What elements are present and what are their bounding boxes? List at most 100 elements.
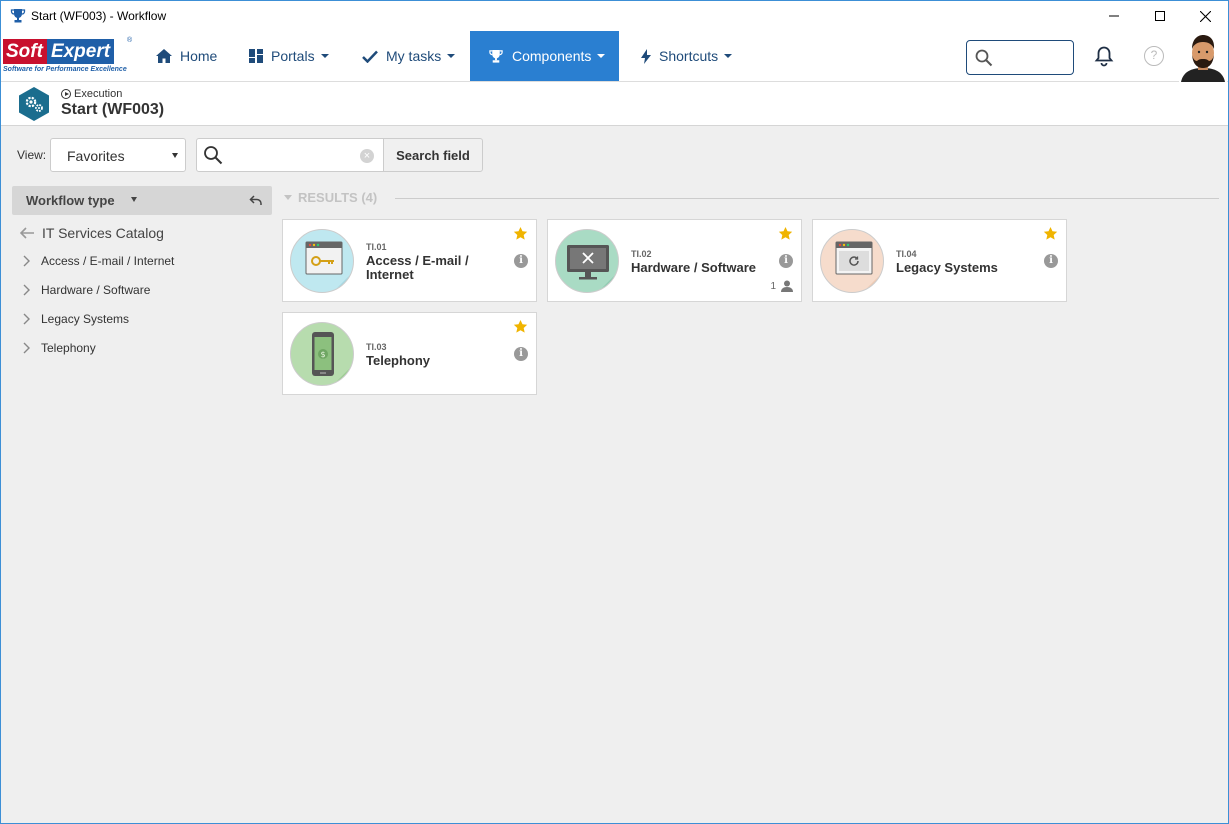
chevron-down-icon: [284, 195, 292, 200]
star-icon[interactable]: [513, 319, 528, 334]
minimize-button[interactable]: [1091, 1, 1137, 31]
card-code: TI.02: [631, 249, 652, 259]
close-button[interactable]: [1182, 1, 1228, 31]
logo-registered: ®: [127, 37, 133, 44]
avatar[interactable]: [1179, 33, 1227, 82]
chevron-down-icon[interactable]: [131, 197, 137, 202]
workflow-card-ti03[interactable]: $ TI.03 Telephony i: [282, 312, 537, 395]
workflow-card-ti01[interactable]: TI.01 Access / E-mail / Internet i: [282, 219, 537, 302]
nav-my-tasks[interactable]: My tasks: [362, 31, 456, 81]
card-name: Telephony: [366, 353, 431, 368]
chevron-right-icon: [23, 313, 30, 325]
sidebar-item-legacy-systems[interactable]: Legacy Systems: [23, 312, 129, 326]
minimize-icon: [1109, 15, 1119, 17]
nav-components[interactable]: Components: [470, 31, 619, 81]
logo-tagline: Software for Performance Excellence: [3, 66, 127, 73]
phone-icon: $: [290, 322, 354, 386]
clear-search-icon[interactable]: ×: [360, 149, 374, 163]
sidebar-item-access-email-internet[interactable]: Access / E-mail / Internet: [23, 254, 174, 268]
sidebar-item-label: Telephony: [41, 341, 96, 355]
maximize-icon: [1155, 11, 1165, 21]
sidebar-item-label: Access / E-mail / Internet: [41, 254, 175, 268]
view-select[interactable]: Favorites: [50, 138, 186, 172]
chevron-right-icon: [23, 284, 30, 296]
info-icon[interactable]: i: [1044, 254, 1058, 268]
key-window-icon: [290, 229, 354, 293]
bolt-icon: [641, 48, 651, 64]
workflow-gears-icon: [19, 87, 49, 121]
nav-portals-label: Portals: [271, 48, 315, 64]
nav-shortcuts[interactable]: Shortcuts: [641, 31, 733, 81]
search-field-button[interactable]: Search field: [383, 138, 483, 172]
nav-portals[interactable]: Portals: [249, 31, 329, 81]
sidebar-item-label: Hardware / Software: [41, 283, 151, 297]
title-bar: Start (WF003) - Workflow: [1, 1, 1228, 31]
legacy-window-icon: [820, 229, 884, 293]
info-icon[interactable]: i: [514, 347, 528, 361]
card-code: TI.04: [896, 249, 917, 259]
workflow-type-label: Workflow type: [26, 193, 115, 208]
page-header: Execution Start (WF003): [1, 82, 1228, 126]
trophy-icon: [488, 49, 504, 64]
card-code: TI.01: [366, 242, 387, 252]
card-code: TI.03: [366, 342, 387, 352]
breadcrumb-execution: Execution: [74, 88, 123, 100]
star-icon[interactable]: [778, 226, 793, 241]
nav-my-tasks-label: My tasks: [386, 48, 442, 64]
card-name: Access / E-mail / Internet: [366, 253, 469, 282]
breadcrumb[interactable]: Execution: [61, 88, 122, 100]
logo-soft: Soft: [3, 39, 47, 64]
star-icon[interactable]: [1043, 226, 1058, 241]
search-icon: [975, 49, 993, 67]
arrow-left-icon: [20, 227, 34, 239]
sidebar-item-hardware-software[interactable]: Hardware / Software: [23, 283, 150, 297]
card-name: Hardware / Software: [631, 260, 756, 275]
bell-icon[interactable]: [1094, 45, 1114, 67]
workflow-card-ti02[interactable]: TI.02 Hardware / Software i 1: [547, 219, 802, 302]
maximize-button[interactable]: [1137, 1, 1183, 31]
softexpert-logo[interactable]: Soft Expert ® Software for Performance E…: [3, 37, 133, 77]
nav-home-label: Home: [180, 48, 218, 64]
svg-text:$: $: [320, 350, 325, 359]
user-count-value: 1: [770, 280, 776, 292]
info-icon[interactable]: i: [779, 254, 793, 268]
chevron-down-icon: [447, 54, 456, 58]
close-icon: [1199, 10, 1211, 22]
view-select-value: Favorites: [67, 148, 125, 164]
check-icon: [362, 50, 378, 63]
top-navbar: Soft Expert ® Software for Performance E…: [1, 31, 1228, 82]
chevron-right-icon: [23, 342, 30, 354]
catalog-back-link[interactable]: IT Services Catalog: [20, 225, 164, 241]
chevron-right-icon: [23, 255, 30, 267]
page-title: Start (WF003): [61, 101, 165, 118]
info-icon[interactable]: i: [514, 254, 528, 268]
nav-shortcuts-label: Shortcuts: [659, 48, 719, 64]
play-icon: [61, 89, 71, 99]
chevron-down-icon: [320, 54, 329, 58]
help-icon[interactable]: ?: [1144, 46, 1164, 66]
nav-home[interactable]: Home: [156, 31, 217, 81]
sidebar-item-label: Legacy Systems: [41, 312, 130, 326]
global-search-input[interactable]: [966, 40, 1074, 75]
user-count: 1: [770, 280, 793, 292]
view-label: View:: [17, 148, 47, 162]
chevron-down-icon: [172, 153, 178, 158]
results-divider: [395, 198, 1219, 199]
portals-icon: [249, 49, 263, 63]
results-label: RESULTS (4): [298, 190, 378, 205]
workflow-card-ti04[interactable]: TI.04 Legacy Systems i: [812, 219, 1067, 302]
workflow-type-header[interactable]: Workflow type: [12, 186, 272, 215]
home-icon: [156, 49, 172, 63]
nav-components-label: Components: [512, 48, 592, 64]
collapse-panel-icon[interactable]: [249, 193, 263, 207]
user-icon: [781, 280, 793, 292]
search-icon: [204, 146, 223, 165]
search-input[interactable]: ×: [196, 138, 384, 172]
star-icon[interactable]: [513, 226, 528, 241]
results-header[interactable]: RESULTS (4): [284, 190, 377, 205]
catalog-label: IT Services Catalog: [42, 225, 164, 241]
trophy-icon: [10, 9, 26, 23]
sidebar-item-telephony[interactable]: Telephony: [23, 341, 96, 355]
window-title: Start (WF003) - Workflow: [31, 9, 167, 23]
app-window: Start (WF003) - Workflow Soft Expert ® S…: [0, 0, 1229, 824]
